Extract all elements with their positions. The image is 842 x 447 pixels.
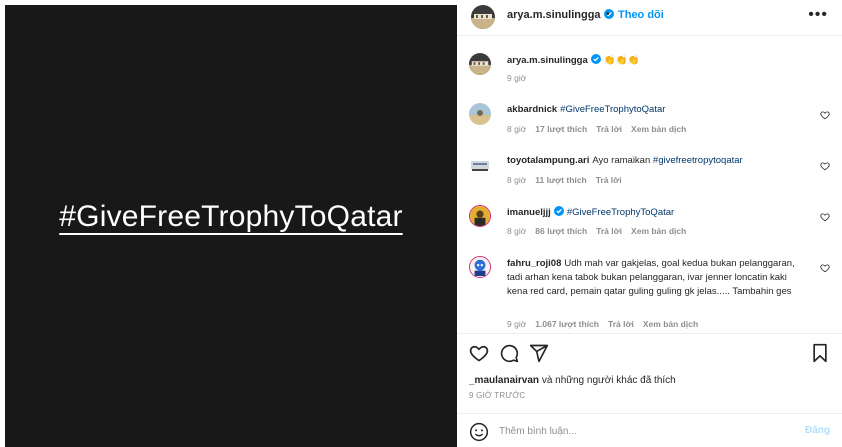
post-time-ago[interactable]: 9 GIỜ TRƯỚC — [469, 391, 525, 400]
comment-time: 8 giờ — [507, 226, 527, 236]
comment-likes[interactable]: 86 lượt thích — [535, 226, 587, 236]
caption-body: 👏👏👏 — [603, 55, 640, 66]
caption-text: arya.m.sinulingga 👏👏👏 — [507, 54, 807, 68]
comment-username[interactable]: imanueljjj — [507, 207, 551, 218]
comment-hashtag[interactable]: #GiveFreeTrophytoQatar — [560, 104, 665, 115]
comment-time: 8 giờ — [507, 124, 527, 134]
share-icon[interactable] — [529, 343, 549, 363]
caption-meta: 9 giờ — [507, 73, 535, 83]
caption-username[interactable]: arya.m.sinulingga — [507, 55, 588, 66]
instagram-post-modal: #GiveFreeTrophyToQatar arya.m.sinulingga… — [0, 0, 842, 447]
author-username[interactable]: arya.m.sinulingga — [507, 9, 614, 21]
caption-time: 9 giờ — [507, 73, 527, 83]
comment-meta: 9 giờ 1.067 lượt thích Trả lời Xem bản dịch — [507, 319, 707, 329]
translate-button[interactable]: Xem bản dịch — [643, 319, 698, 329]
comment-username[interactable]: akbardnick — [507, 104, 557, 115]
comment-item: fahru_roji08 Udh mah var gakjelas, goal k… — [507, 257, 807, 299]
verified-badge-icon — [590, 54, 601, 64]
translate-button[interactable]: Xem bản dịch — [631, 124, 686, 134]
likes-summary[interactable]: _maulanairvan và những người khác đã thí… — [469, 375, 676, 386]
comment-avatar[interactable] — [469, 103, 491, 125]
reply-button[interactable]: Trả lời — [608, 319, 634, 329]
likes-rest: và những người khác đã thích — [539, 375, 676, 386]
caption-avatar[interactable] — [469, 53, 491, 75]
comment-username[interactable]: toyotalampung.ari — [507, 155, 589, 166]
comment-meta: 8 giờ 86 lượt thích Trả lời Xem bản dịch — [507, 226, 695, 236]
post-image-text: #GiveFreeTrophyToQatar — [59, 200, 403, 233]
comment-like-heart-icon[interactable] — [820, 110, 830, 120]
comment-avatar-story-ring[interactable] — [469, 205, 491, 227]
comment-item: toyotalampung.ari Ayo ramaikan #givefreet… — [507, 154, 807, 168]
heart-icon[interactable] — [469, 343, 489, 363]
comment-icon[interactable] — [499, 343, 519, 363]
comment-meta: 8 giờ 11 lượt thích Trả lời — [507, 175, 631, 185]
comment-like-heart-icon[interactable] — [820, 212, 830, 222]
reply-button[interactable]: Trả lời — [596, 226, 622, 236]
comment-username[interactable]: fahru_roji08 — [507, 258, 561, 269]
likes-user[interactable]: _maulanairvan — [469, 375, 539, 386]
post-actions — [457, 333, 842, 371]
translate-button[interactable]: Xem bản dịch — [631, 226, 686, 236]
comment-composer: Đăng — [457, 413, 842, 447]
comment-hashtag[interactable]: #GiveFreeTrophyToQatar — [567, 207, 674, 218]
comments-list[interactable]: arya.m.sinulingga 👏👏👏 9 giờ akbardnick #Gi… — [457, 36, 842, 332]
post-side-panel: arya.m.sinulingga • Theo dõi ••• arya.m.… — [457, 0, 842, 447]
comment-likes[interactable]: 1.067 lượt thích — [535, 319, 599, 329]
reply-button[interactable]: Trả lời — [596, 124, 622, 134]
comment-hashtag[interactable]: #givefreetropytoqatar — [653, 155, 743, 166]
comment-avatar[interactable] — [469, 154, 491, 176]
comment-meta: 8 giờ 17 lượt thích Trả lời Xem bản dịch — [507, 124, 695, 134]
post-header: arya.m.sinulingga • Theo dõi ••• — [457, 0, 842, 36]
reply-button[interactable]: Trả lời — [596, 175, 622, 185]
comment-input[interactable] — [499, 423, 789, 439]
post-image[interactable]: #GiveFreeTrophyToQatar — [5, 5, 457, 447]
verified-badge-icon — [553, 206, 564, 216]
comment-like-heart-icon[interactable] — [820, 161, 830, 171]
comment-like-heart-icon[interactable] — [820, 263, 830, 273]
comment-item: akbardnick #GiveFreeTrophytoQatar — [507, 103, 807, 117]
comment-text: Ayo ramaikan — [592, 155, 651, 166]
comment-time: 8 giờ — [507, 175, 527, 185]
bookmark-icon[interactable] — [810, 343, 830, 363]
comment-time: 9 giờ — [507, 319, 527, 329]
author-username-text: arya.m.sinulingga — [507, 9, 601, 21]
more-icon[interactable]: ••• — [808, 6, 828, 24]
comment-avatar-story-ring[interactable] — [469, 256, 491, 278]
post-comment-button[interactable]: Đăng — [805, 425, 830, 436]
comment-likes[interactable]: 11 lượt thích — [535, 175, 586, 185]
follow-button[interactable]: Theo dõi — [618, 9, 664, 21]
emoji-icon[interactable] — [469, 422, 489, 442]
header-separator: • — [606, 9, 610, 20]
comment-item: imanueljjj #GiveFreeTrophyToQatar — [507, 206, 807, 220]
comment-likes[interactable]: 17 lượt thích — [535, 124, 587, 134]
author-avatar[interactable] — [471, 5, 495, 29]
